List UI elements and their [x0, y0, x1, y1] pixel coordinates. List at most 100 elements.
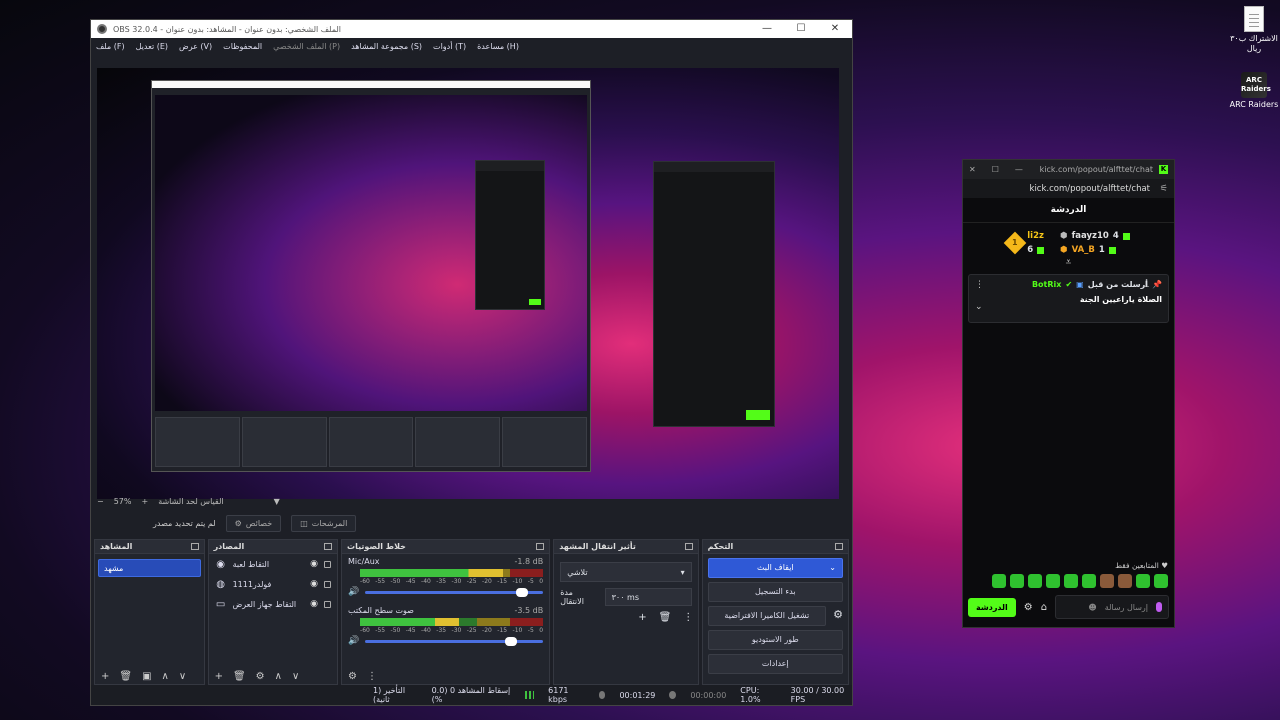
start-recording-button[interactable]: بدء التسجيل [707, 582, 843, 602]
remove-source-button[interactable]: 🗑 [233, 671, 246, 682]
preview-canvas[interactable] [97, 68, 839, 499]
studio-mode-button[interactable]: طور الاستوديو [707, 630, 843, 650]
source-item[interactable]: ◍ فولدر1111 ◉ [209, 574, 337, 594]
leader-name[interactable]: VA_B [1072, 245, 1095, 255]
source-item[interactable]: ▭ التقاط جهاز العرض ◉ [209, 594, 337, 614]
duration-input[interactable]: ٣٠٠ ms [604, 588, 692, 606]
move-up-button[interactable]: ∧ [162, 671, 169, 682]
menu-file[interactable]: ملف (F) [96, 42, 125, 51]
menu-profile[interactable]: الملف الشخصي (P) [273, 42, 340, 51]
emote-icon[interactable] [1028, 574, 1042, 588]
transition-menu-button[interactable]: ⋮ [683, 612, 693, 623]
gamepad-icon: ◉ [216, 558, 225, 570]
collapse-icon[interactable]: ⩡ [963, 257, 1174, 268]
emote-icon[interactable] [992, 574, 1006, 588]
lock-icon[interactable] [324, 560, 332, 568]
more-icon[interactable]: ⋮ [975, 280, 984, 290]
emote-icon[interactable] [1010, 574, 1024, 588]
chevron-down-icon[interactable]: ⌄ [975, 302, 983, 312]
remove-transition-button[interactable]: 🗑 [659, 612, 672, 623]
move-up-button[interactable]: ∧ [275, 671, 282, 682]
maximize-icon[interactable]: ☐ [992, 165, 999, 174]
emote-icon[interactable] [1118, 574, 1132, 588]
scenes-title: المشاهد [100, 542, 133, 551]
mic-icon[interactable] [1156, 602, 1162, 612]
gear-icon[interactable]: ⚙ [828, 608, 848, 621]
visibility-icon[interactable]: ◉ [310, 579, 318, 589]
volume-slider[interactable] [365, 587, 544, 597]
emote-icon[interactable] [1154, 574, 1168, 588]
mixer-settings-button[interactable]: ⚙ [348, 671, 357, 682]
visibility-icon[interactable]: ◉ [310, 599, 318, 609]
zoom-out-button[interactable]: − [97, 497, 104, 506]
scene-filters-button[interactable]: ▣ [142, 671, 151, 682]
menu-tools[interactable]: أدوات (T) [433, 42, 466, 51]
settings-button[interactable]: إعدادات [707, 654, 843, 674]
menu-view[interactable]: عرض (V) [179, 42, 212, 51]
emote-icon[interactable] [1064, 574, 1078, 588]
kick-titlebar: ✕ ☐ — kick.com/popout/alfttet/chat K [963, 160, 1174, 179]
pin-icon[interactable]: ⊥ [1142, 280, 1150, 290]
virtual-camera-button[interactable]: تشغيل الكاميرا الافتراضية [707, 606, 826, 626]
zoom-value: 57% [113, 496, 132, 506]
minimize-button[interactable]: — [750, 20, 784, 38]
scene-item[interactable]: مشهد [98, 559, 201, 577]
menu-scene-collection[interactable]: مجموعة المشاهد (S) [351, 42, 422, 51]
chevron-down-icon: ▾ [680, 567, 685, 577]
settings-icon[interactable]: ⚙ [1024, 602, 1033, 613]
source-properties-button[interactable]: ⚙ [256, 671, 265, 682]
minimize-icon[interactable]: — [1015, 165, 1023, 174]
speaker-icon[interactable]: 🔊 [348, 587, 359, 597]
move-down-button[interactable]: ∨ [179, 671, 186, 682]
chevron-down-icon[interactable]: ⌄ [829, 559, 836, 577]
close-button[interactable]: ✕ [818, 20, 852, 38]
emote-icon[interactable] [1136, 574, 1150, 588]
chat-input[interactable]: ☻ إرسال رسالة [1055, 595, 1169, 619]
popout-icon[interactable] [324, 543, 333, 550]
visibility-icon[interactable]: ◉ [310, 559, 318, 569]
maximize-button[interactable]: ☐ [784, 20, 818, 38]
address-bar[interactable]: kick.com/popout/alfttet/chat ⚟ [963, 179, 1174, 198]
source-item[interactable]: ◉ التقاط لعبة ◉ [209, 554, 337, 574]
desktop-icon-arc-raiders[interactable]: ARC Raiders ARC Raiders [1226, 72, 1280, 110]
speaker-icon[interactable]: 🔊 [348, 636, 359, 646]
emote-icon[interactable] [1100, 574, 1114, 588]
stop-stream-button[interactable]: ايقاف البث ⌄ [707, 558, 843, 578]
emote-icon[interactable] [1046, 574, 1060, 588]
menu-edit[interactable]: تعديل (E) [136, 42, 168, 51]
remove-scene-button[interactable]: 🗑 [119, 671, 132, 682]
properties-button[interactable]: ⚙ خصائص [225, 514, 282, 532]
emote-icon[interactable] [1082, 574, 1096, 588]
mixer-menu-button[interactable]: ⋮ [367, 671, 377, 682]
store-icon[interactable]: ⌂ [1041, 602, 1047, 613]
leaderboard: 1 li2z 6 ⬢ faayz10 4 ⬢ VA_B 1 [963, 223, 1174, 255]
leader-name[interactable]: li2z [1027, 231, 1044, 241]
emoji-icon[interactable]: ☻ [1088, 603, 1096, 612]
transition-select[interactable]: تلاشي ▾ [560, 562, 692, 582]
add-transition-button[interactable]: + [638, 612, 646, 623]
leader-name[interactable]: faayz10 [1072, 231, 1109, 241]
volume-slider[interactable] [365, 636, 544, 646]
popout-icon[interactable] [835, 543, 843, 550]
zoom-fit-label[interactable]: القياس لحد الشاشة [158, 497, 223, 506]
lock-icon[interactable] [324, 600, 332, 608]
pin-small-icon: 📌 [1152, 280, 1162, 289]
lock-icon[interactable] [324, 580, 332, 588]
close-icon[interactable]: ✕ [969, 165, 976, 174]
zoom-in-button[interactable]: + [141, 497, 148, 506]
site-settings-icon[interactable]: ⚟ [1160, 184, 1168, 194]
menu-help[interactable]: مساعدة (H) [477, 42, 519, 51]
add-source-button[interactable]: + [215, 671, 223, 682]
popout-icon[interactable] [190, 543, 199, 550]
move-down-button[interactable]: ∨ [292, 671, 299, 682]
desktop-icon-file[interactable]: الاشتراك ب٣٠ ريال [1226, 6, 1280, 54]
bitrate-status: 6171 kbps [548, 686, 569, 704]
docks-row: المشاهد مشهد + 🗑 ▣ ∧ ∨ المصادر ◉ التقاط … [91, 539, 852, 685]
chat-send-button[interactable]: الدردشة [968, 597, 1016, 617]
popout-icon[interactable] [536, 543, 545, 550]
add-scene-button[interactable]: + [101, 671, 109, 682]
menu-docks[interactable]: المحفوظات [223, 42, 262, 51]
filters-button[interactable]: ◫ المرشحات [291, 514, 357, 532]
zoom-dropdown-icon[interactable]: ▼ [274, 497, 280, 506]
popout-icon[interactable] [684, 543, 693, 550]
